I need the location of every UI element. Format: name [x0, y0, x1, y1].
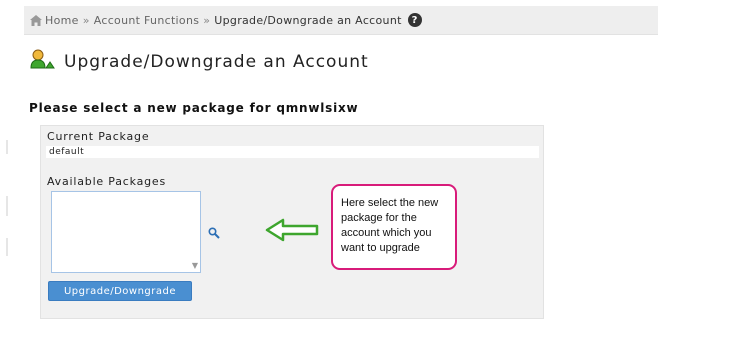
arrow-left-icon [265, 218, 319, 246]
instruction-callout: Here select the new package for the acco… [331, 184, 457, 270]
breadcrumb-home-link[interactable]: Home [45, 14, 79, 27]
breadcrumb-separator: » [203, 13, 211, 27]
user-upgrade-icon [30, 45, 56, 75]
available-packages-select[interactable]: ▼ [51, 191, 201, 273]
current-package-label: Current Package [47, 130, 150, 143]
available-packages-label: Available Packages [47, 175, 167, 188]
page-subtitle: Please select a new package for qmnwlsix… [29, 101, 359, 115]
help-icon[interactable]: ? [407, 13, 422, 27]
left-edge-marker [6, 196, 8, 216]
left-edge-marker [6, 238, 8, 256]
search-icon[interactable] [208, 227, 220, 239]
breadcrumb-account-functions-link[interactable]: Account Functions [94, 14, 200, 27]
page-title: Upgrade/Downgrade an Account [64, 52, 369, 72]
breadcrumb-separator: » [82, 13, 90, 27]
upgrade-downgrade-button[interactable]: Upgrade/Downgrade [48, 281, 192, 301]
breadcrumb: Home » Account Functions » Upgrade/Downg… [24, 6, 658, 35]
left-edge-marker [6, 140, 8, 154]
breadcrumb-current: Upgrade/Downgrade an Account [214, 13, 402, 27]
current-package-value: default [46, 146, 539, 158]
scroll-down-icon[interactable]: ▼ [192, 261, 198, 270]
page-header: Upgrade/Downgrade an Account [30, 45, 369, 75]
home-icon[interactable] [30, 14, 42, 26]
